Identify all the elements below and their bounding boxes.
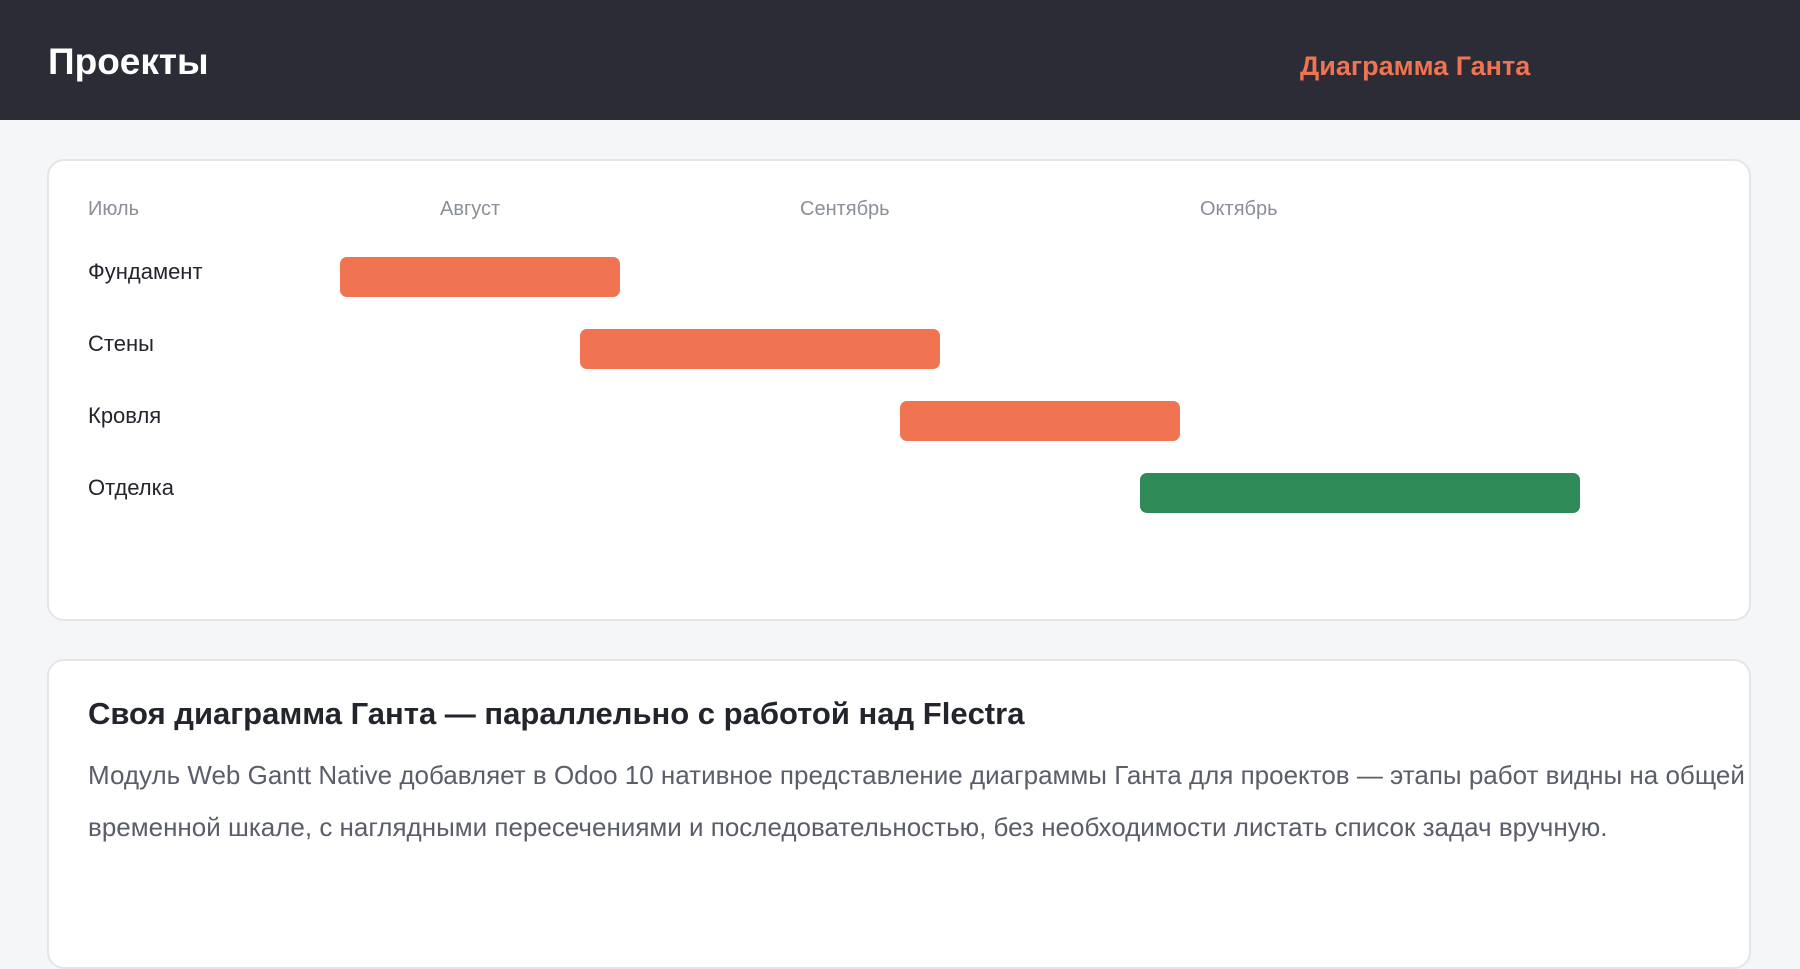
task-bar[interactable] <box>900 401 1180 441</box>
gantt-view-link[interactable]: Диаграмма Ганта <box>1300 50 1530 82</box>
month-label-july: Июль <box>88 198 140 220</box>
month-label-august: Август <box>440 198 501 220</box>
app-title: Проекты <box>48 41 209 82</box>
task-bar[interactable] <box>340 257 620 297</box>
task-label: Стены <box>88 331 154 356</box>
task-label: Фундамент <box>88 259 203 284</box>
top-bar: Проекты Диаграмма Ганта <box>0 0 1800 120</box>
month-label-october: Октябрь <box>1200 198 1278 220</box>
task-bar[interactable] <box>1140 473 1580 513</box>
month-label-september: Сентябрь <box>800 198 890 220</box>
description-text: Модуль Web Gantt Native добавляет в Odoo… <box>88 760 1745 842</box>
description-title: Своя диаграмма Ганта — параллельно с раб… <box>88 696 1025 731</box>
task-label: Отделка <box>88 475 174 500</box>
task-bar[interactable] <box>580 329 940 369</box>
task-label: Кровля <box>88 403 162 428</box>
gantt-chart-card <box>47 159 1751 621</box>
